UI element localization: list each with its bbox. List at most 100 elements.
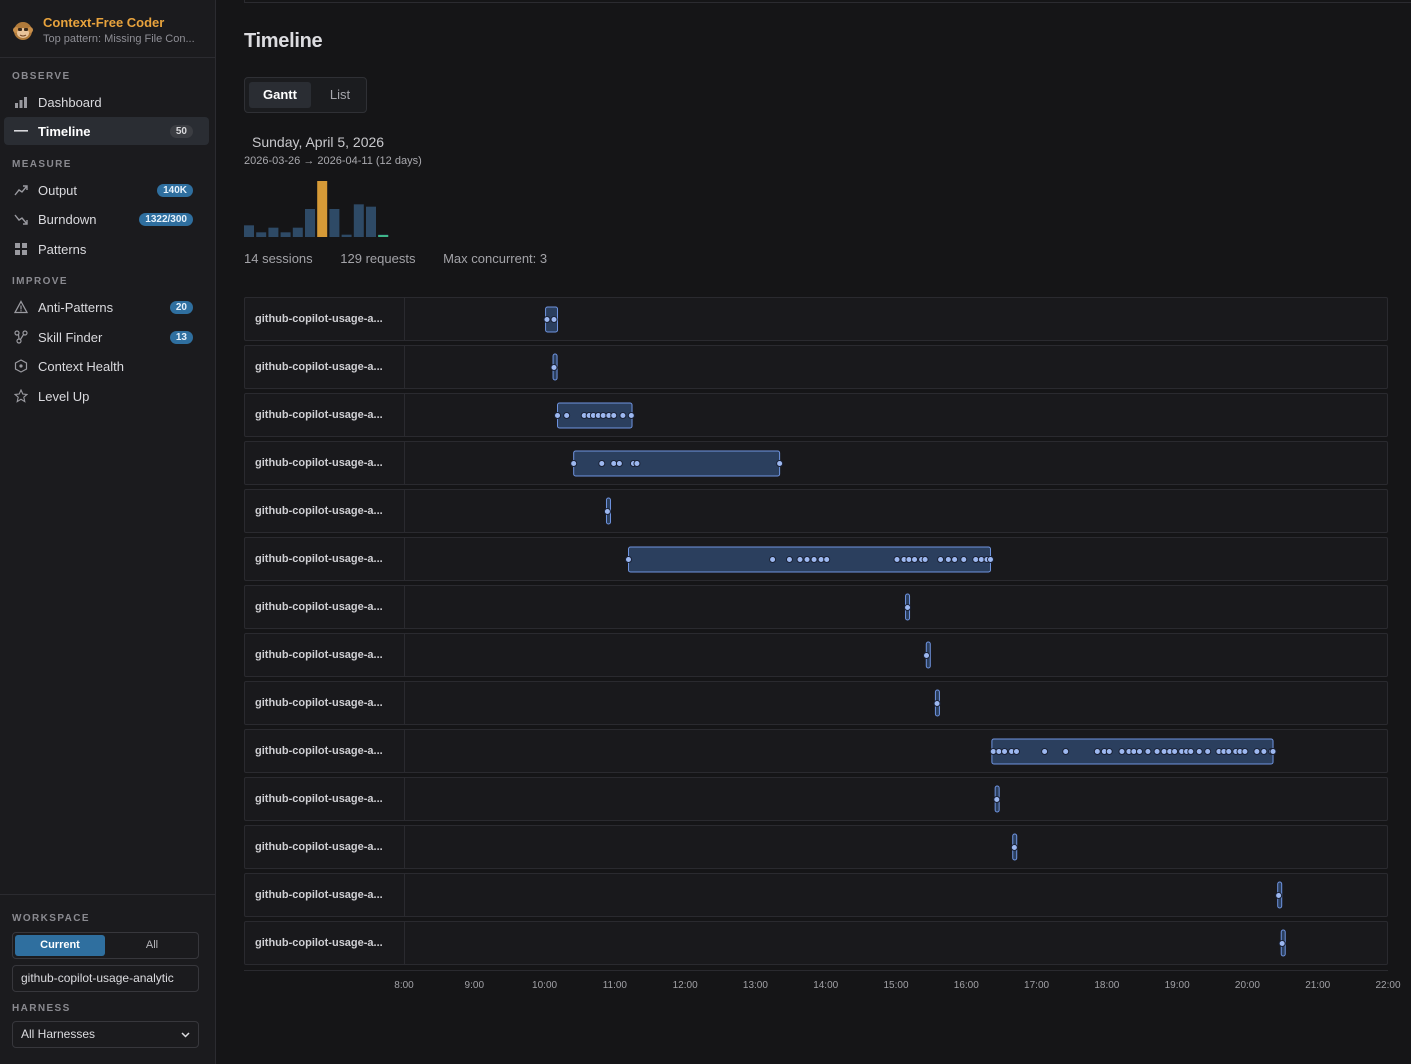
gantt-row[interactable]: github-copilot-usage-a... (244, 297, 1388, 341)
histogram-bar[interactable] (341, 234, 352, 237)
request-dot[interactable] (1153, 748, 1161, 755)
request-dot[interactable] (1001, 748, 1009, 755)
histogram-bar[interactable] (353, 204, 364, 237)
sidebar-item-level-up[interactable]: Level Up (4, 382, 209, 410)
request-dot[interactable] (1118, 748, 1126, 755)
request-dot[interactable] (921, 556, 929, 563)
request-dot[interactable] (554, 412, 562, 419)
request-dot[interactable] (993, 796, 1001, 803)
request-dot[interactable] (1160, 748, 1168, 755)
gantt-row[interactable]: github-copilot-usage-a... (244, 825, 1388, 869)
request-dot[interactable] (905, 556, 913, 563)
request-dot[interactable] (977, 556, 985, 563)
sidebar-item-skill-finder[interactable]: Skill Finder 13 (4, 323, 209, 351)
request-dot[interactable] (603, 508, 611, 515)
request-dot[interactable] (1269, 748, 1277, 755)
brand-header[interactable]: Context-Free Coder Top pattern: Missing … (0, 0, 215, 58)
request-dot[interactable] (598, 460, 606, 467)
request-dot[interactable] (904, 604, 912, 611)
histogram-bar[interactable] (268, 227, 279, 237)
request-dot[interactable] (550, 364, 558, 371)
request-dot[interactable] (989, 748, 997, 755)
gantt-row[interactable]: github-copilot-usage-a... (244, 393, 1388, 437)
gantt-row[interactable]: github-copilot-usage-a... (244, 921, 1388, 965)
gantt-row[interactable]: github-copilot-usage-a... (244, 489, 1388, 533)
workspace-current-button[interactable]: Current (15, 935, 105, 956)
request-dot[interactable] (625, 556, 633, 563)
request-dot[interactable] (810, 556, 818, 563)
request-dot[interactable] (960, 556, 968, 563)
request-dot[interactable] (785, 556, 793, 563)
request-dot[interactable] (911, 556, 919, 563)
request-dot[interactable] (1010, 844, 1018, 851)
request-dot[interactable] (933, 700, 941, 707)
request-dot[interactable] (610, 412, 618, 419)
gantt-row[interactable]: github-copilot-usage-a... (244, 537, 1388, 581)
gantt-row[interactable]: github-copilot-usage-a... (244, 441, 1388, 485)
request-dot[interactable] (1062, 748, 1070, 755)
request-dot[interactable] (543, 316, 551, 323)
request-dot[interactable] (817, 556, 825, 563)
request-dot[interactable] (803, 556, 811, 563)
gantt-row[interactable]: github-copilot-usage-a... (244, 873, 1388, 917)
sidebar-item-output[interactable]: Output 140K (4, 176, 209, 204)
request-dot[interactable] (570, 460, 578, 467)
gantt-row[interactable]: github-copilot-usage-a... (244, 681, 1388, 725)
request-dot[interactable] (796, 556, 804, 563)
harness-select[interactable]: All Harnesses (12, 1021, 199, 1048)
gantt-row[interactable]: github-copilot-usage-a... (244, 633, 1388, 677)
workspace-input[interactable]: github-copilot-usage-analytic (12, 965, 199, 992)
request-dot[interactable] (619, 412, 627, 419)
sidebar-item-timeline[interactable]: Timeline 50 (4, 117, 209, 145)
tab-gantt[interactable]: Gantt (249, 82, 311, 108)
histogram-bar-selected[interactable] (317, 181, 328, 237)
request-dot[interactable] (1260, 748, 1268, 755)
request-dot[interactable] (1105, 748, 1113, 755)
request-dot[interactable] (986, 556, 994, 563)
request-dot[interactable] (1135, 748, 1143, 755)
request-dot[interactable] (563, 412, 571, 419)
histogram-bar[interactable] (329, 209, 340, 237)
request-dot[interactable] (893, 556, 901, 563)
tab-list[interactable]: List (315, 82, 365, 108)
request-dot[interactable] (1012, 748, 1020, 755)
request-dot[interactable] (633, 460, 641, 467)
request-dot[interactable] (1171, 748, 1179, 755)
request-dot[interactable] (1275, 892, 1283, 899)
histogram-bar[interactable] (256, 232, 267, 237)
gantt-row[interactable]: github-copilot-usage-a... (244, 777, 1388, 821)
sidebar-item-anti-patterns[interactable]: Anti-Patterns 20 (4, 293, 209, 321)
request-dot[interactable] (1278, 940, 1286, 947)
request-dot[interactable] (1041, 748, 1049, 755)
request-dot[interactable] (769, 556, 777, 563)
request-dot[interactable] (627, 412, 635, 419)
request-dot[interactable] (1253, 748, 1261, 755)
workspace-all-button[interactable]: All (107, 935, 197, 956)
request-dot[interactable] (1144, 748, 1152, 755)
gantt-row[interactable]: github-copilot-usage-a... (244, 585, 1388, 629)
histogram-bar[interactable] (292, 227, 303, 237)
request-dot[interactable] (776, 460, 784, 467)
request-dot[interactable] (972, 556, 980, 563)
request-dot[interactable] (951, 556, 959, 563)
request-dot[interactable] (599, 412, 607, 419)
sidebar-item-burndown[interactable]: Burndown 1322/300 (4, 205, 209, 233)
request-dot[interactable] (823, 556, 831, 563)
day-histogram[interactable] (244, 176, 394, 238)
request-dot[interactable] (1130, 748, 1138, 755)
request-dot[interactable] (1195, 748, 1203, 755)
request-dot[interactable] (1225, 748, 1233, 755)
request-dot[interactable] (550, 316, 558, 323)
request-dot[interactable] (923, 652, 931, 659)
request-dot[interactable] (1241, 748, 1249, 755)
gantt-row[interactable]: github-copilot-usage-a... (244, 345, 1388, 389)
histogram-bar[interactable] (305, 209, 315, 237)
request-dot[interactable] (937, 556, 945, 563)
histogram-bar[interactable] (366, 206, 376, 237)
request-dot[interactable] (1093, 748, 1101, 755)
request-dot[interactable] (1187, 748, 1195, 755)
histogram-bar[interactable] (244, 225, 254, 237)
sidebar-item-context-health[interactable]: Context Health (4, 352, 209, 380)
request-dot[interactable] (995, 748, 1003, 755)
histogram-bar[interactable] (280, 232, 291, 237)
